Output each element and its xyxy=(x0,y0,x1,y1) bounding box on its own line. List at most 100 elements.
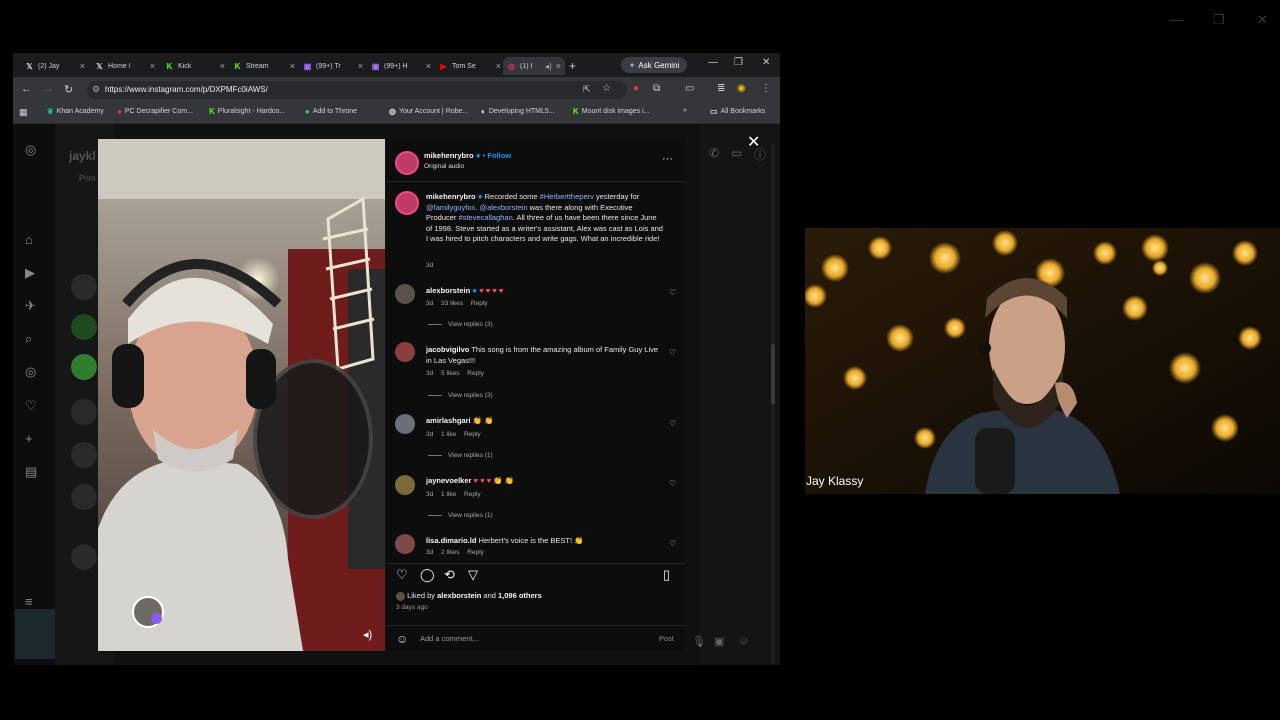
share-send-icon[interactable]: ▽ xyxy=(468,567,478,583)
like-comment-heart-icon[interactable]: ♡ xyxy=(669,348,676,357)
close-icon[interactable]: × xyxy=(220,61,225,71)
apps-grid-icon[interactable]: ▦ xyxy=(19,107,28,118)
more-options-icon[interactable]: ··· xyxy=(662,153,673,165)
likes-count[interactable]: 5 likes xyxy=(441,370,459,377)
like-heart-icon[interactable]: ♡ xyxy=(396,567,408,583)
new-tab-icon[interactable]: + xyxy=(569,59,576,73)
reply-button[interactable]: Reply xyxy=(464,491,481,498)
comment-icon[interactable]: ◯ xyxy=(420,567,435,583)
comment-username[interactable]: jaynevoelker xyxy=(426,476,471,485)
notifications-heart-icon[interactable]: ♡ xyxy=(25,398,37,414)
dashboard-icon[interactable]: ▤ xyxy=(25,464,37,480)
extension-list-icon[interactable]: ≣ xyxy=(717,83,725,94)
volume-icon[interactable]: ◂) xyxy=(363,628,372,641)
back-icon[interactable]: ← xyxy=(21,83,32,95)
likes-count[interactable]: 33 likes xyxy=(441,300,463,307)
instagram-logo-icon[interactable]: ◎ xyxy=(25,142,36,158)
all-bookmarks[interactable]: ▭ All Bookmarks xyxy=(710,107,765,116)
close-window-icon[interactable]: ✕ xyxy=(762,57,770,68)
bookmark-pluralsight[interactable]: K Pluralsight - Hardco... xyxy=(209,107,285,116)
caption-avatar[interactable] xyxy=(395,191,419,215)
video-call-icon[interactable]: ▭ xyxy=(731,146,742,160)
tab-x-home[interactable]: 𝕏 Home / × xyxy=(91,57,159,75)
tab-twitch-1[interactable]: ▣ (99+) Tr × xyxy=(299,57,367,75)
speaker-icon[interactable]: ◂) xyxy=(545,62,552,71)
tab-instagram[interactable]: ◎ (1) I ◂) × xyxy=(503,57,565,75)
caption-username[interactable]: mikehenrybro xyxy=(426,192,476,201)
close-icon[interactable]: × xyxy=(358,61,363,71)
post-comment-button[interactable]: Post xyxy=(659,634,674,643)
follow-button[interactable]: Follow xyxy=(487,151,511,160)
search-icon[interactable]: ⌕ xyxy=(25,331,32,347)
bookmark-your-account[interactable]: ◍ Your Account | Robe... xyxy=(389,107,468,116)
comment-avatar[interactable] xyxy=(395,414,415,434)
audio-label[interactable]: Original audio xyxy=(424,163,464,170)
bookmark-pc-decrapifier[interactable]: ● PC Decrapifier Com... xyxy=(117,107,193,116)
reload-icon[interactable]: ↻ xyxy=(64,83,73,96)
mention-link[interactable]: @alexborstein xyxy=(479,203,527,212)
comment-username[interactable]: amirlashgari xyxy=(426,416,471,425)
tab-kick[interactable]: K Kick × xyxy=(161,57,229,75)
tab-stream[interactable]: K Stream × xyxy=(229,57,299,75)
explore-icon[interactable]: ◎ xyxy=(25,364,36,380)
tab-youtube[interactable]: ▶ Tom Se × xyxy=(435,57,505,75)
close-icon[interactable]: × xyxy=(556,61,561,71)
author-username[interactable]: mikehenrybro xyxy=(424,151,474,160)
hashtag-link[interactable]: #stevecallaghan xyxy=(459,213,513,222)
create-icon[interactable]: + xyxy=(25,431,33,446)
reply-button[interactable]: Reply xyxy=(464,431,481,438)
view-replies-button[interactable]: View replies (1) xyxy=(428,512,493,519)
install-icon[interactable]: ⇱ xyxy=(583,84,591,95)
emoji-icon[interactable]: ☺ xyxy=(396,632,408,646)
close-icon[interactable]: × xyxy=(426,61,431,71)
desktop-restore-icon[interactable]: ❐ xyxy=(1213,12,1225,28)
save-bookmark-icon[interactable]: ▯ xyxy=(663,567,670,583)
forward-icon[interactable]: → xyxy=(43,83,54,95)
image-icon[interactable]: ▣ xyxy=(714,635,724,648)
more-menu-icon[interactable]: ≡ xyxy=(25,594,33,609)
like-comment-heart-icon[interactable]: ♡ xyxy=(669,288,676,297)
home-icon[interactable]: ⌂ xyxy=(25,232,33,247)
address-bar[interactable]: ⚙ https://www.instagram.com/p/DXPMFc0iAW… xyxy=(87,81,627,99)
bookmark-khan-academy[interactable]: ❦ Khan Academy xyxy=(47,107,104,116)
comment-avatar[interactable] xyxy=(395,475,415,495)
likes-count[interactable]: 1 like xyxy=(441,431,456,438)
reels-icon[interactable]: ▶ xyxy=(25,265,35,281)
profile-icon[interactable]: ◉ xyxy=(737,83,746,94)
close-icon[interactable]: × xyxy=(496,61,501,71)
liked-username[interactable]: alexborstein xyxy=(437,591,481,600)
author-avatar[interactable] xyxy=(395,151,419,175)
comment-input[interactable]: Add a comment... xyxy=(420,634,479,643)
messages-icon[interactable]: ✈ xyxy=(25,298,36,314)
comment-avatar[interactable] xyxy=(395,342,415,362)
likes-count[interactable]: 1 like xyxy=(441,491,456,498)
sticker-icon[interactable]: ☺ xyxy=(738,635,749,647)
page-scrollbar[interactable] xyxy=(770,144,776,664)
like-comment-heart-icon[interactable]: ♡ xyxy=(669,479,676,488)
tab-x-profile[interactable]: 𝕏 (2) Jay × xyxy=(21,57,89,75)
close-icon[interactable]: × xyxy=(150,61,155,71)
liked-others[interactable]: 1,096 others xyxy=(498,591,542,600)
like-comment-heart-icon[interactable]: ♡ xyxy=(669,539,676,548)
more-bookmarks-icon[interactable]: » xyxy=(683,107,687,114)
phone-icon[interactable]: ✆ xyxy=(709,146,719,160)
comment-username[interactable]: alexborstein xyxy=(426,286,470,295)
bookmark-mount-disk[interactable]: K Mount disk images i... xyxy=(573,107,649,116)
reply-button[interactable]: Reply xyxy=(467,370,484,377)
minimize-icon[interactable]: — xyxy=(708,57,718,68)
likes-count[interactable]: 2 likes xyxy=(441,549,459,556)
star-icon[interactable]: ☆ xyxy=(602,83,611,94)
mention-link[interactable]: @familyguyfox xyxy=(426,203,475,212)
bookmark-throne[interactable]: ● Add to Throne xyxy=(305,107,357,116)
view-replies-button[interactable]: View replies (3) xyxy=(428,392,493,399)
menu-dots-icon[interactable]: ⋮ xyxy=(761,83,771,94)
view-replies-button[interactable]: View replies (3) xyxy=(428,321,493,328)
reply-button[interactable]: Reply xyxy=(467,549,484,556)
close-modal-icon[interactable]: ✕ xyxy=(747,132,760,152)
extension-red-icon[interactable]: ● xyxy=(633,83,639,94)
repost-icon[interactable]: ⟲ xyxy=(444,567,455,583)
hashtag-link[interactable]: #Herberttheperv xyxy=(540,192,594,201)
ask-gemini-button[interactable]: ✦ Ask Gemini xyxy=(621,57,687,73)
view-replies-button[interactable]: View replies (1) xyxy=(428,452,493,459)
close-icon[interactable]: × xyxy=(290,61,295,71)
